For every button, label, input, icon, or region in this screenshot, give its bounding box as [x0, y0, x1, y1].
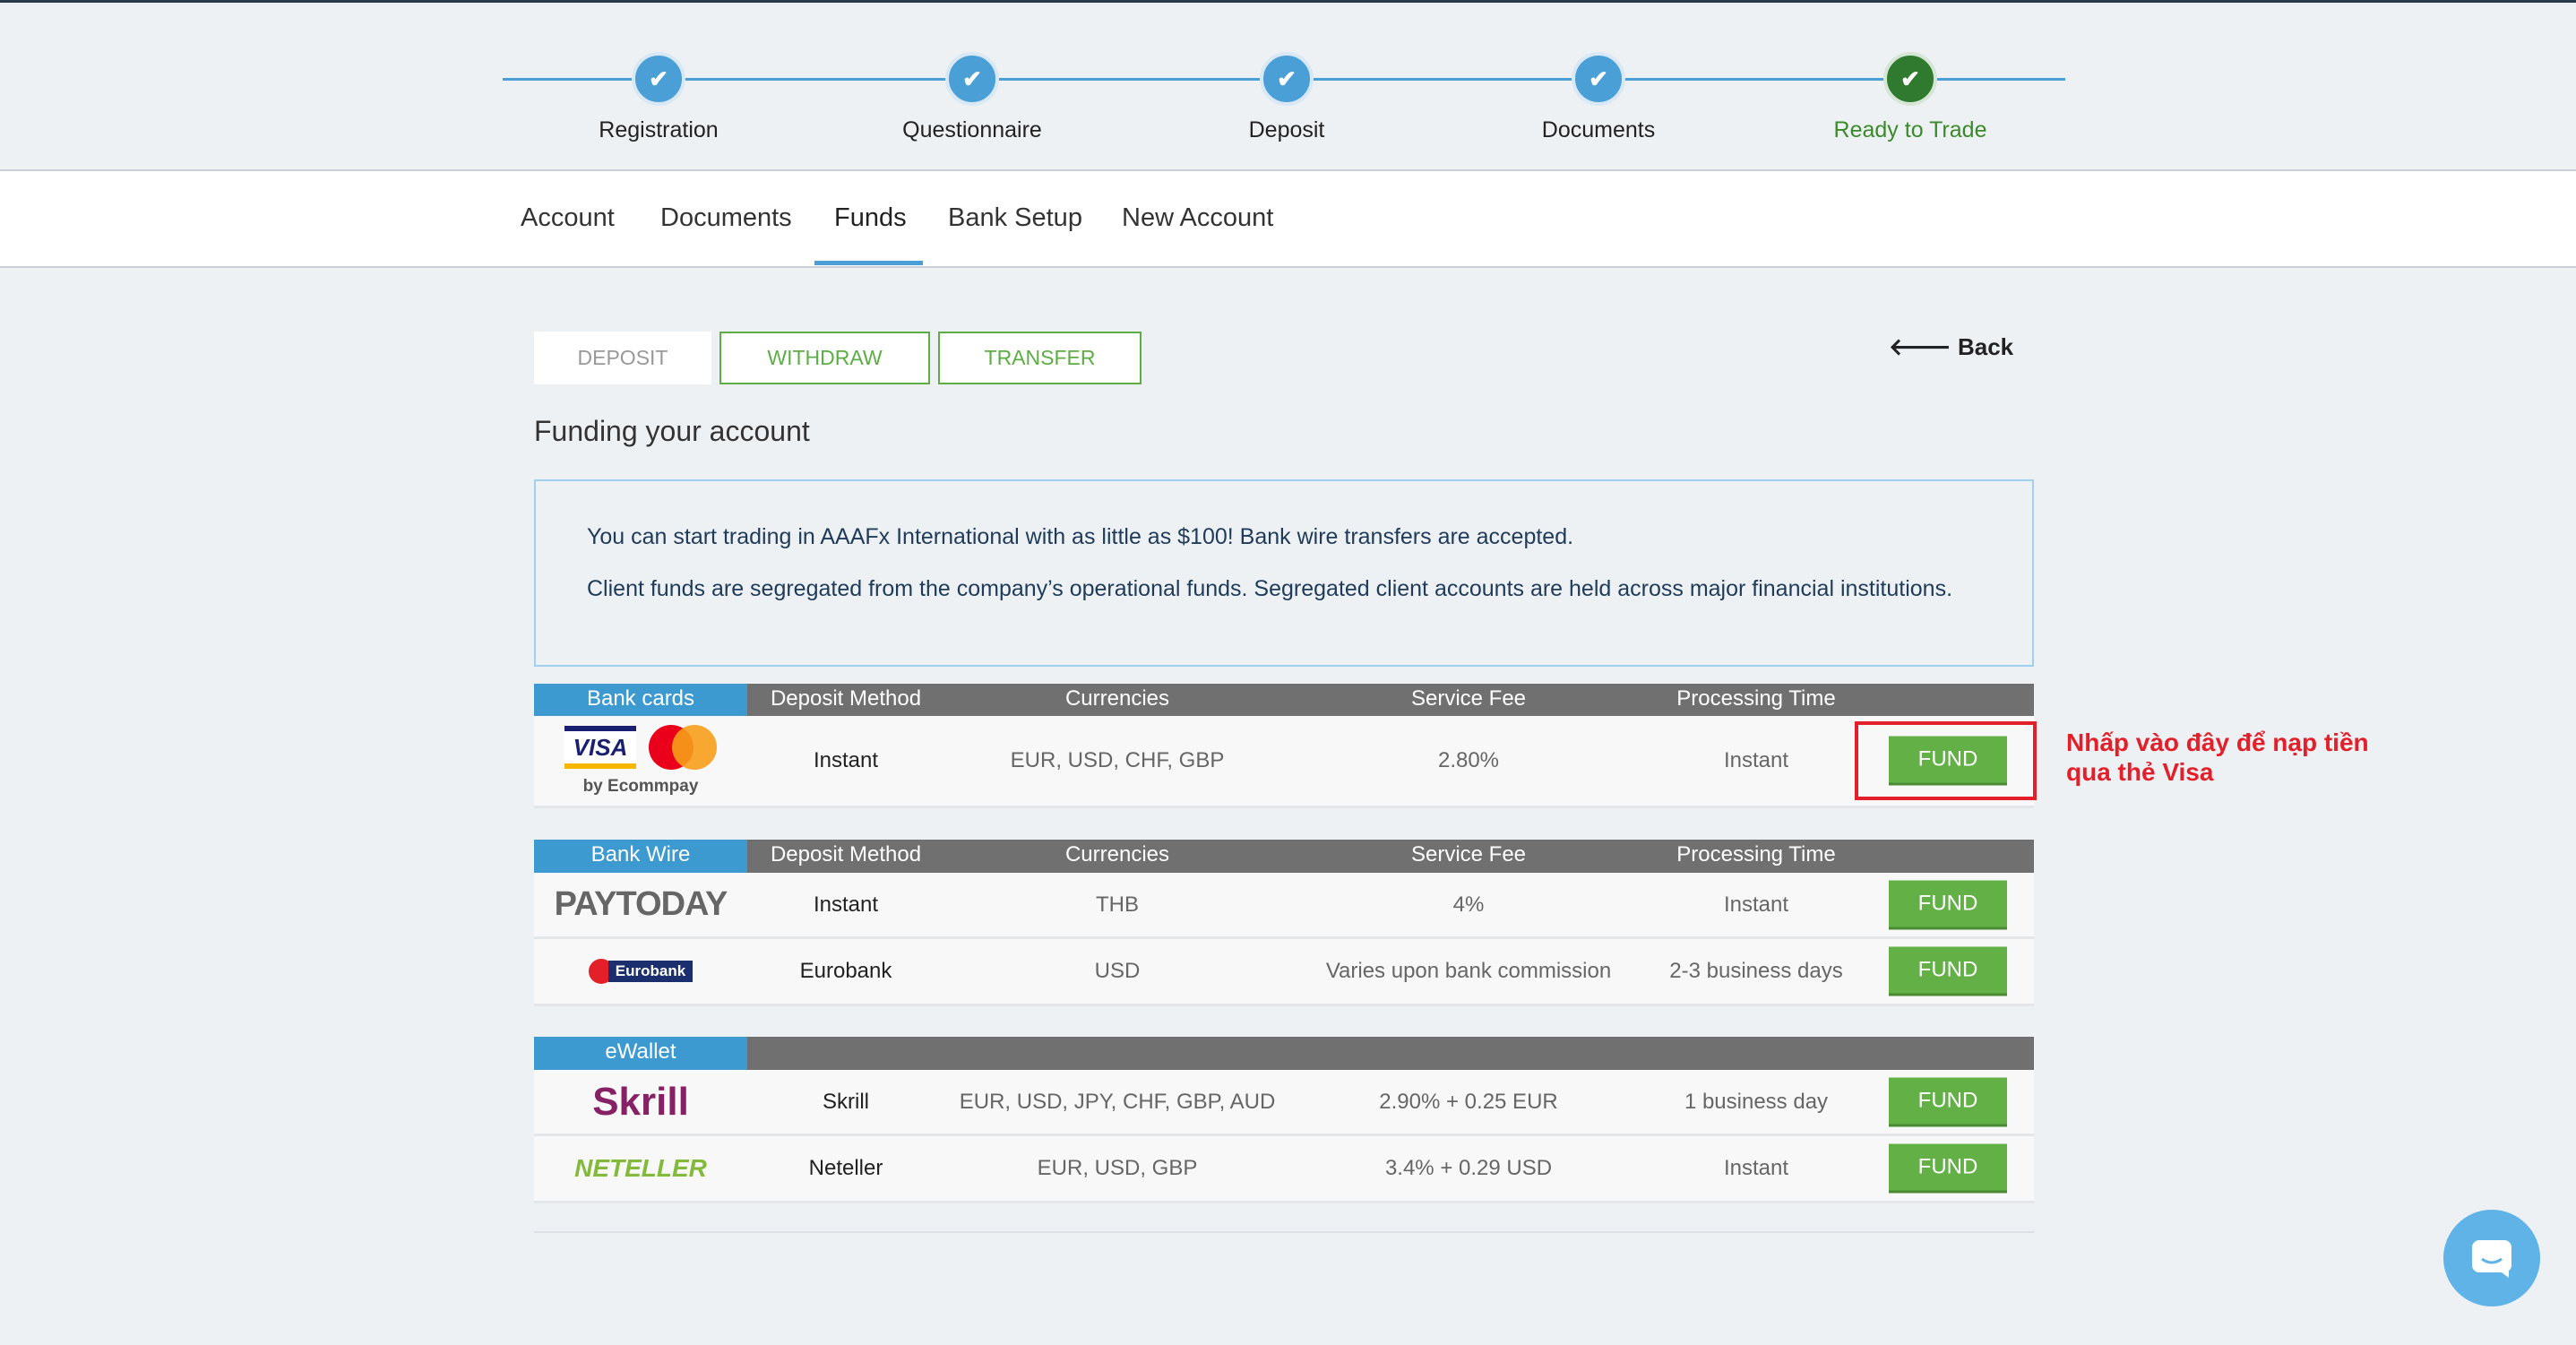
step-label: Questionnaire [902, 117, 1042, 142]
processing-time: Instant [1723, 748, 1789, 772]
check-icon: ✔ [1260, 52, 1314, 106]
nav-bar [0, 169, 2576, 268]
currencies: EUR, USD, CHF, GBP [1010, 748, 1225, 772]
step-label: Registration [599, 117, 719, 142]
logo-text: NETELLER [574, 1154, 707, 1182]
annotation: Nhấp vào đây để nạp tiền qua thẻ Visa [2066, 728, 2369, 787]
deposit-method: Instant [813, 892, 879, 917]
back-link[interactable]: 🡐 Back [1889, 333, 2013, 361]
service-fee: 3.4% + 0.29 USD [1384, 1156, 1553, 1180]
tab-transfer[interactable]: TRANSFER [938, 332, 1142, 384]
currencies: EUR, USD, GBP [1037, 1156, 1198, 1180]
fund-neteller-button[interactable]: FUND [1889, 1143, 2007, 1194]
processing-time: 2-3 business days [1669, 959, 1843, 983]
logo-text: Eurobank [607, 961, 694, 982]
tab-deposit[interactable]: DEPOSIT [534, 332, 711, 384]
deposit-method: Neteller [808, 1156, 883, 1180]
tab-withdraw[interactable]: WITHDRAW [719, 332, 930, 384]
deposit-method: Instant [813, 748, 879, 772]
info-box: You can start trading in AAAFx Internati… [534, 479, 2034, 667]
column-header: Processing Time [1676, 686, 1836, 711]
check-icon: ✔ [1883, 52, 1937, 106]
chat-button[interactable] [2443, 1210, 2540, 1306]
deposit-method: Skrill [823, 1089, 869, 1114]
logo-subtext: by Ecommpay [582, 777, 699, 796]
top-border [0, 0, 2576, 3]
highlight-box [1855, 721, 2037, 800]
processing-time: Instant [1723, 892, 1789, 917]
skrill-logo: Skrill [534, 1070, 747, 1134]
nav-bank-setup[interactable]: Bank Setup [948, 203, 1082, 233]
nav-documents[interactable]: Documents [660, 203, 792, 233]
eurobank-logo: Eurobank [534, 939, 747, 1004]
annotation-line: Nhấp vào đây để nạp tiền [2066, 729, 2369, 756]
service-fee: 2.90% + 0.25 EUR [1379, 1089, 1558, 1114]
service-fee: 4% [1452, 892, 1485, 917]
column-header: Deposit Method [770, 842, 922, 866]
table-header: Bank Wire Deposit Method Currencies Serv… [534, 840, 2034, 873]
visa-mastercard-logo: VISA by Ecommpay [534, 716, 747, 806]
table-row: PAYTODAY Instant THB 4% Instant FUND [534, 873, 2034, 939]
check-icon: ✔ [945, 52, 999, 106]
table-row: NETELLER Neteller EUR, USD, GBP 3.4% + 0… [534, 1136, 2034, 1203]
chat-icon [2472, 1240, 2511, 1278]
fund-eurobank-button[interactable]: FUND [1889, 946, 2007, 996]
annotation-line: qua thẻ Visa [2066, 758, 2214, 786]
service-fee: Varies upon bank commission [1325, 959, 1612, 983]
table-row: VISA by Ecommpay Instant EUR, USD, CHF, … [534, 716, 2034, 808]
table-header: Bank cards Deposit Method Currencies Ser… [534, 684, 2034, 717]
column-header: Processing Time [1676, 842, 1836, 866]
processing-time: Instant [1723, 1156, 1789, 1180]
step-label: Documents [1541, 117, 1656, 142]
service-fee: 2.80% [1437, 748, 1500, 772]
back-label: Back [1957, 333, 2014, 360]
divider [534, 1231, 2034, 1233]
arrow-left-icon: 🡐 [1889, 333, 1951, 360]
nav-funds[interactable]: Funds [834, 203, 907, 233]
info-line: Client funds are segregated from the com… [587, 576, 1953, 601]
check-icon: ✔ [632, 52, 685, 106]
page-title: Funding your account [534, 415, 810, 447]
active-nav-indicator [814, 261, 923, 265]
processing-time: 1 business day [1684, 1089, 1829, 1114]
table-row: Skrill Skrill EUR, USD, JPY, CHF, GBP, A… [534, 1070, 2034, 1136]
table-header: eWallet [534, 1037, 2034, 1070]
check-icon: ✔ [1572, 52, 1625, 106]
logo-text: PAYTODAY [554, 885, 728, 923]
info-line: You can start trading in AAAFx Internati… [587, 524, 1574, 549]
column-header: Currencies [1064, 686, 1170, 711]
nav-account[interactable]: Account [521, 203, 615, 233]
category-label: eWallet [534, 1037, 747, 1070]
table-row: Eurobank Eurobank USD Varies upon bank c… [534, 939, 2034, 1006]
logo-text: Skrill [592, 1079, 689, 1124]
currencies: USD [1094, 959, 1141, 983]
step-label: Deposit [1248, 117, 1325, 142]
column-header: Service Fee [1410, 842, 1527, 866]
neteller-logo: NETELLER [534, 1136, 747, 1201]
category-label: Bank cards [534, 684, 747, 717]
fund-skrill-button[interactable]: FUND [1889, 1077, 2007, 1126]
column-header: Deposit Method [770, 686, 922, 711]
category-label: Bank Wire [534, 840, 747, 873]
currencies: THB [1096, 892, 1139, 917]
fund-paytoday-button[interactable]: FUND [1889, 880, 2007, 929]
currencies: EUR, USD, JPY, CHF, GBP, AUD [959, 1089, 1276, 1114]
step-label: Ready to Trade [1833, 117, 1987, 142]
column-header: Service Fee [1410, 686, 1527, 711]
column-header: Currencies [1064, 842, 1170, 866]
paytoday-logo: PAYTODAY [534, 873, 747, 936]
nav-new-account[interactable]: New Account [1122, 203, 1273, 233]
deposit-method: Eurobank [799, 959, 892, 983]
